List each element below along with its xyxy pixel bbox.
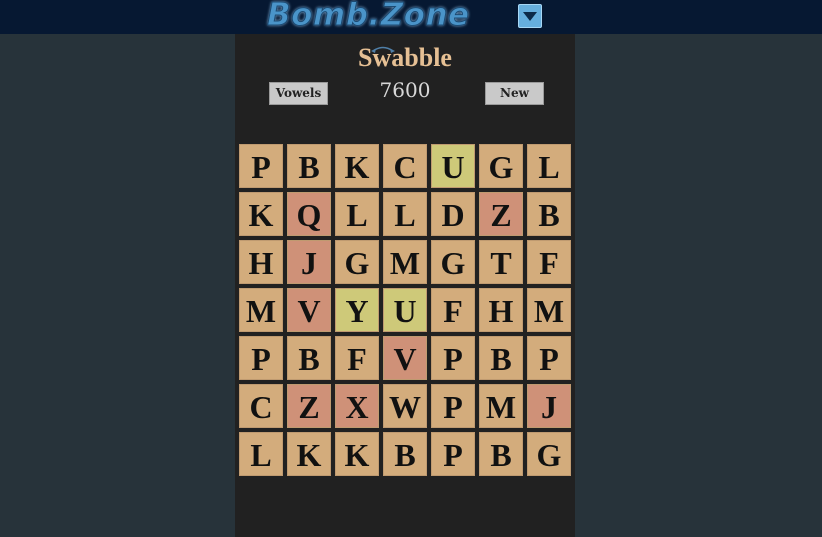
letter-tile[interactable]: L bbox=[335, 192, 379, 236]
letter-tile[interactable]: B bbox=[287, 144, 331, 188]
letter-tile[interactable]: W bbox=[383, 384, 427, 428]
letter-tile[interactable]: G bbox=[527, 432, 571, 476]
letter-tile[interactable]: X bbox=[335, 384, 379, 428]
letter-tile[interactable]: B bbox=[479, 432, 523, 476]
letter-tile[interactable]: U bbox=[383, 288, 427, 332]
letter-tile[interactable]: G bbox=[335, 240, 379, 284]
letter-tile[interactable]: Q bbox=[287, 192, 331, 236]
letter-tile[interactable]: F bbox=[335, 336, 379, 380]
letter-tile[interactable]: U bbox=[431, 144, 475, 188]
site-logo[interactable]: Bomb.Zone bbox=[267, 0, 470, 34]
letter-tile[interactable]: B bbox=[527, 192, 571, 236]
letter-tile[interactable]: P bbox=[431, 336, 475, 380]
letter-tile[interactable]: K bbox=[239, 192, 283, 236]
letter-tile[interactable]: K bbox=[335, 432, 379, 476]
letter-tile[interactable]: B bbox=[383, 432, 427, 476]
letter-tile[interactable]: G bbox=[431, 240, 475, 284]
letter-tile[interactable]: T bbox=[479, 240, 523, 284]
vowels-button[interactable]: Vowels bbox=[269, 82, 328, 105]
letter-tile[interactable]: Z bbox=[479, 192, 523, 236]
letter-tile[interactable]: P bbox=[431, 432, 475, 476]
letter-tile[interactable]: L bbox=[383, 192, 427, 236]
score-display: 7600 bbox=[379, 78, 431, 102]
letter-tile[interactable]: P bbox=[239, 144, 283, 188]
letter-tile[interactable]: C bbox=[383, 144, 427, 188]
letter-tile[interactable]: Z bbox=[287, 384, 331, 428]
letter-tile[interactable]: F bbox=[527, 240, 571, 284]
letter-tile[interactable]: P bbox=[239, 336, 283, 380]
letter-tile[interactable]: V bbox=[287, 288, 331, 332]
letter-tile[interactable]: F bbox=[431, 288, 475, 332]
letter-tile[interactable]: L bbox=[239, 432, 283, 476]
letter-tile[interactable]: M bbox=[383, 240, 427, 284]
letter-tile[interactable]: H bbox=[239, 240, 283, 284]
letter-tile[interactable]: G bbox=[479, 144, 523, 188]
letter-tile[interactable]: P bbox=[527, 336, 571, 380]
letter-tile[interactable]: D bbox=[431, 192, 475, 236]
letter-tile[interactable]: M bbox=[479, 384, 523, 428]
letter-tile[interactable]: M bbox=[239, 288, 283, 332]
letter-tile[interactable]: L bbox=[527, 144, 571, 188]
letter-tile[interactable]: K bbox=[287, 432, 331, 476]
letter-tile[interactable]: V bbox=[383, 336, 427, 380]
letter-tile[interactable]: B bbox=[479, 336, 523, 380]
letter-tile[interactable]: J bbox=[527, 384, 571, 428]
letter-tile[interactable]: H bbox=[479, 288, 523, 332]
new-game-button[interactable]: New bbox=[485, 82, 544, 105]
letter-tile[interactable]: K bbox=[335, 144, 379, 188]
swap-arrows-icon bbox=[371, 46, 395, 53]
letter-tile[interactable]: J bbox=[287, 240, 331, 284]
letter-tile[interactable]: P bbox=[431, 384, 475, 428]
letter-tile[interactable]: M bbox=[527, 288, 571, 332]
top-bar: Bomb.Zone bbox=[0, 0, 822, 34]
game-title: Swabble bbox=[358, 43, 452, 72]
chevron-down-icon bbox=[523, 12, 537, 21]
letter-tile[interactable]: C bbox=[239, 384, 283, 428]
letter-tile[interactable]: Y bbox=[335, 288, 379, 332]
menu-dropdown-button[interactable] bbox=[518, 4, 542, 28]
letter-tile[interactable]: B bbox=[287, 336, 331, 380]
